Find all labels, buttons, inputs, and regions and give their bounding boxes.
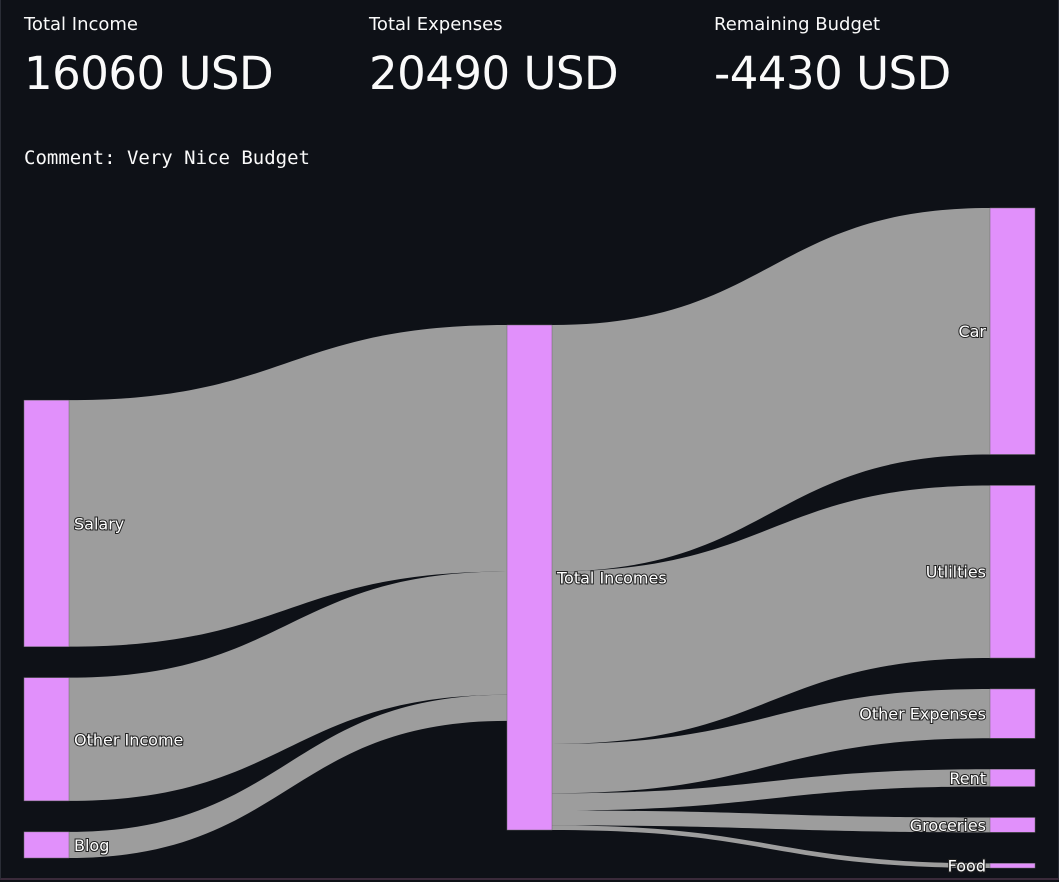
sankey-label-rent: Rent bbox=[949, 769, 986, 788]
sankey-node-food[interactable] bbox=[989, 863, 1036, 869]
sankey-node-salary[interactable] bbox=[23, 399, 70, 647]
sankey-node-rent[interactable] bbox=[989, 769, 1036, 787]
sankey-node-total-incomes[interactable] bbox=[506, 324, 553, 831]
sankey-node-utilities[interactable] bbox=[989, 485, 1036, 659]
sankey-node-car[interactable] bbox=[989, 207, 1036, 455]
sankey-label-food: Food bbox=[948, 857, 986, 876]
sankey-node-other-expenses[interactable] bbox=[989, 688, 1036, 739]
sankey-label-total-incomes: Total Incomes bbox=[556, 569, 667, 588]
sankey-node-groceries[interactable] bbox=[989, 817, 1036, 833]
sankey-label-utilities: Utlilties bbox=[926, 563, 986, 582]
sankey-label-blog: Blog bbox=[74, 836, 109, 855]
sankey-label-other-income: Other Income bbox=[74, 730, 183, 749]
sankey-label-other-expenses: Other Expenses bbox=[859, 705, 986, 724]
sankey-label-salary: Salary bbox=[74, 514, 124, 533]
sankey-node-blog[interactable] bbox=[23, 831, 70, 859]
sankey-label-groceries: Groceries bbox=[910, 816, 986, 835]
sankey-node-other-income[interactable] bbox=[23, 677, 70, 802]
sankey-label-car: Car bbox=[958, 322, 986, 341]
sankey-chart: Salary Other Income Blog Total Incomes Car Ut… bbox=[23, 207, 1036, 877]
